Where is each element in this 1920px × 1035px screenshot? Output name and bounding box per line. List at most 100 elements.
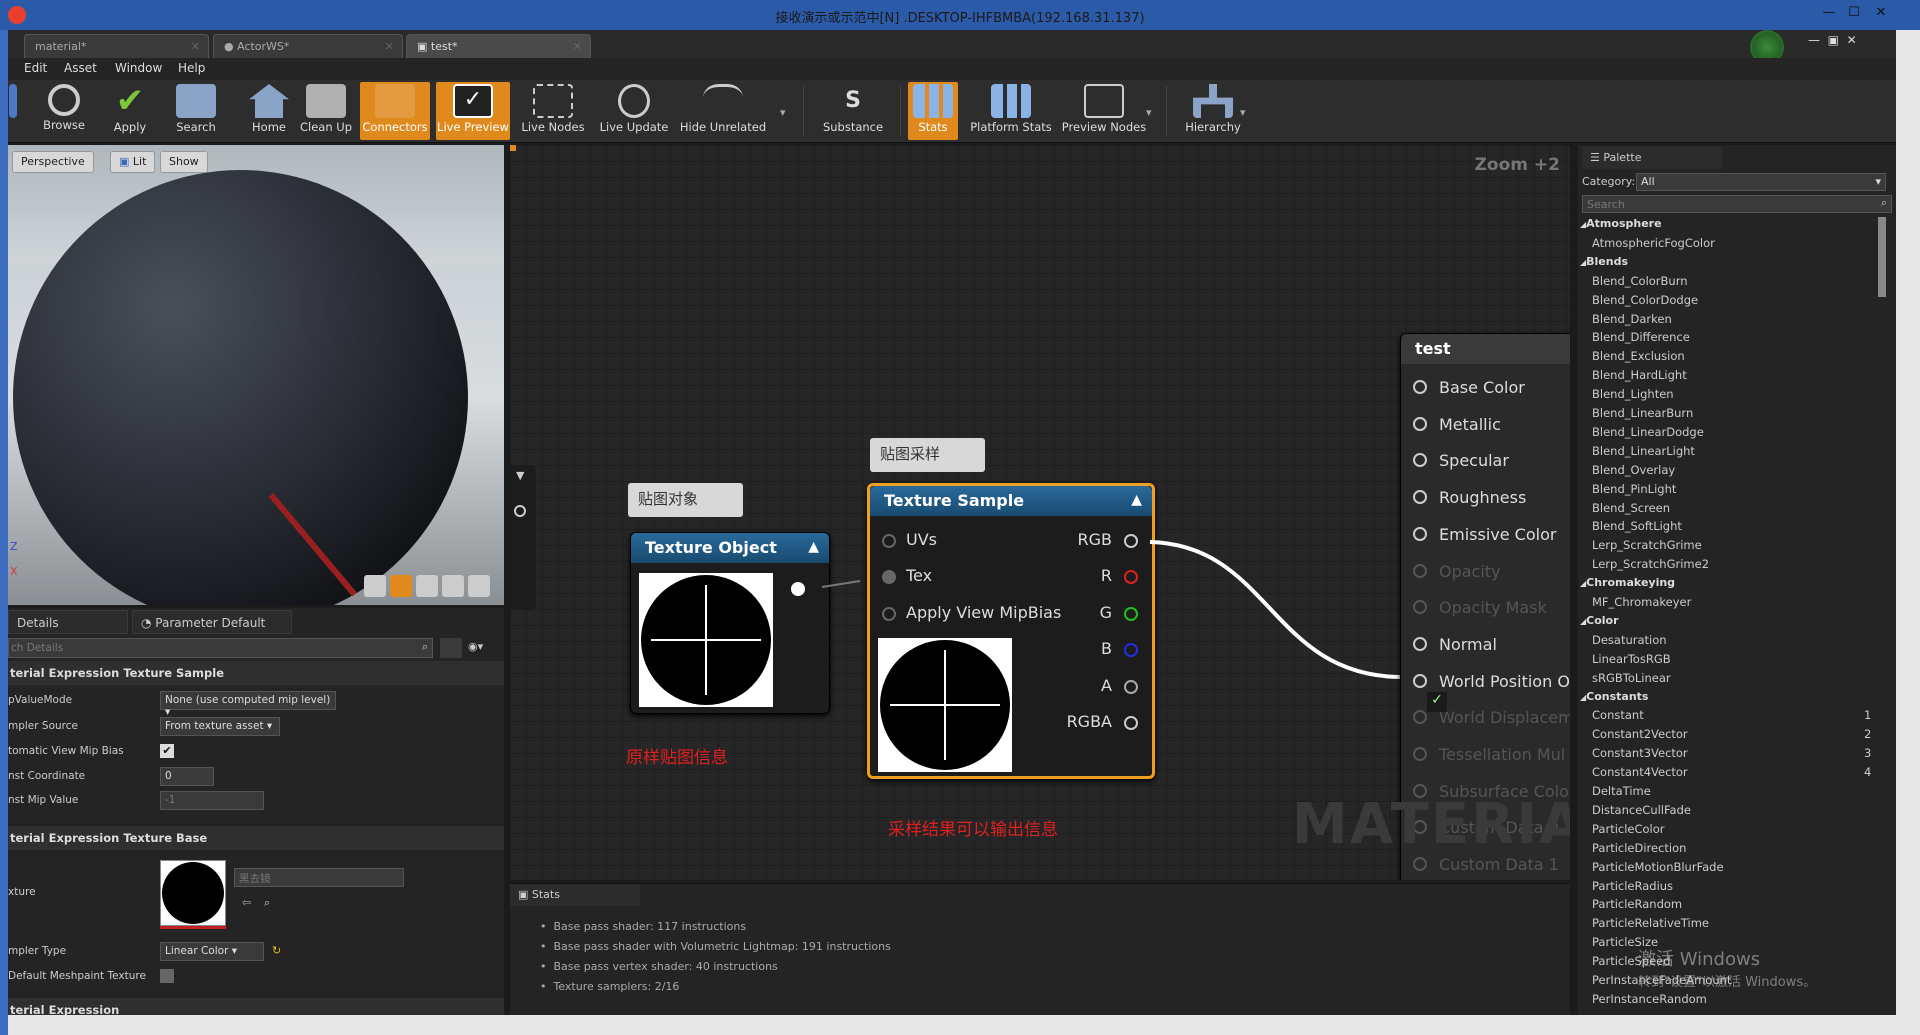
palette-item[interactable]: Blend_PinLight	[1592, 482, 1676, 496]
material-graph[interactable]: Zoom +2 ▼ 贴图对象 贴图采样 Texture Object ▲ Text…	[510, 145, 1570, 880]
horizontal-scrollbar[interactable]	[8, 1015, 1896, 1035]
section-texture-sample[interactable]: terial Expression Texture Sample	[8, 661, 504, 685]
result-input-pin[interactable]	[1413, 747, 1427, 761]
result-input-pin[interactable]	[1413, 673, 1427, 688]
palette-item[interactable]: ParticleRadius	[1592, 879, 1673, 893]
search-button[interactable]: Search	[168, 82, 224, 140]
lit-button[interactable]: ▣ Lit	[110, 151, 156, 173]
palette-item[interactable]: Blend_ColorDodge	[1592, 293, 1698, 307]
menu-edit[interactable]: Edit	[24, 61, 47, 75]
palette-item[interactable]: Blend_SoftLight	[1592, 519, 1682, 533]
eye-icon[interactable]: ◉▾	[468, 640, 483, 653]
palette-category[interactable]: ◢Chromakeying	[1580, 576, 1675, 589]
palette-item[interactable]: PerInstanceRandom	[1592, 992, 1707, 1006]
palette-item[interactable]: Blend_LinearBurn	[1592, 406, 1693, 420]
result-input-pin[interactable]	[1413, 490, 1427, 505]
palette-item[interactable]: Lerp_ScratchGrime	[1592, 538, 1702, 552]
palette-item[interactable]: ParticleRelativeTime	[1592, 916, 1709, 930]
result-input-pin[interactable]	[1413, 416, 1427, 431]
preview-viewport[interactable]: Perspective ▣ Lit Show Z X	[8, 145, 504, 605]
live-update-button[interactable]: Live Update	[598, 82, 670, 140]
palette-item[interactable]: Constant3Vector 3	[1592, 746, 1871, 760]
chevron-down-icon[interactable]: ▾	[1146, 106, 1152, 119]
default-meshpaint-checkbox[interactable]	[160, 969, 174, 983]
close-icon[interactable]: ✕	[1870, 2, 1892, 24]
palette-item[interactable]: ParticleRandom	[1592, 897, 1682, 911]
palette-item[interactable]: Lerp_ScratchGrime2	[1592, 557, 1709, 571]
substance-button[interactable]: S Substance	[818, 82, 888, 140]
live-nodes-button[interactable]: Live Nodes	[520, 82, 586, 140]
palette-item[interactable]: ParticleColor	[1592, 822, 1665, 836]
menu-help[interactable]: Help	[178, 61, 205, 75]
use-selected-icon[interactable]: ⇦	[242, 896, 251, 909]
result-header[interactable]: test	[1401, 334, 1570, 364]
result-input-pin[interactable]	[1413, 526, 1427, 541]
preview-nodes-button[interactable]: Preview Nodes	[1060, 82, 1148, 140]
palette-item[interactable]: Blend_Exclusion	[1592, 349, 1685, 363]
menu-window[interactable]: Window	[115, 61, 162, 75]
palette-item[interactable]: AtmosphericFogColor	[1592, 236, 1715, 250]
texture-asset-dropdown[interactable]: 黑去镜	[234, 868, 404, 887]
palette-category[interactable]: ◢Atmosphere	[1580, 217, 1662, 230]
save-button[interactable]	[8, 82, 18, 140]
result-input-pin[interactable]	[1413, 783, 1427, 798]
sphere-preview-icon[interactable]	[390, 575, 412, 597]
browse-asset-icon[interactable]: ⌕	[264, 896, 270, 910]
platform-stats-button[interactable]: Platform Stats	[966, 82, 1056, 140]
details-search-input[interactable]: ch Details ⌕	[8, 638, 433, 658]
palette-item[interactable]: Blend_Difference	[1592, 330, 1690, 344]
tab-palette[interactable]: ☰ Palette	[1582, 147, 1722, 169]
editor-window-controls[interactable]: — ▣ ✕	[1808, 33, 1857, 47]
palette-category[interactable]: ◢Constants	[1580, 690, 1648, 703]
home-button[interactable]: Home	[244, 82, 294, 140]
material-result-node[interactable]: test Base Color Metallic Specular Roughness…	[1400, 333, 1570, 880]
palette-category[interactable]: ◢Color	[1580, 614, 1619, 627]
palette-item[interactable]: Constant4Vector 4	[1592, 765, 1871, 779]
tab-parameter-defaults[interactable]: ◔ Parameter Default	[132, 610, 292, 634]
view-options-icon[interactable]	[440, 638, 462, 658]
palette-category[interactable]: ◢Blends	[1580, 255, 1628, 268]
palette-item[interactable]: DeltaTime	[1592, 784, 1651, 798]
browse-button[interactable]: Browse	[32, 82, 96, 140]
clean-up-button[interactable]: Clean Up	[296, 82, 356, 140]
result-input-pin[interactable]	[1413, 563, 1427, 578]
show-button[interactable]: Show	[160, 151, 208, 173]
remote-scrollbar[interactable]	[1896, 30, 1920, 1035]
minimize-icon[interactable]: —	[1818, 2, 1840, 24]
chevron-down-icon[interactable]: ▾	[1240, 106, 1246, 119]
palette-item[interactable]: Blend_LinearLight	[1592, 444, 1695, 458]
teapot-preview-icon[interactable]	[468, 575, 490, 597]
perspective-button[interactable]: Perspective	[12, 151, 94, 173]
chevron-down-icon[interactable]: ▾	[780, 106, 786, 119]
palette-item[interactable]: Constant2Vector 2	[1592, 727, 1871, 741]
palette-item[interactable]: Blend_HardLight	[1592, 368, 1687, 382]
live-preview-button[interactable]: ✓ Live Preview	[436, 82, 510, 140]
auto-view-mip-bias-checkbox[interactable]: ✔	[160, 744, 174, 758]
result-input-pin[interactable]	[1413, 820, 1427, 835]
tab-actorws[interactable]: ● ActorWS* ✕	[213, 34, 403, 58]
palette-item[interactable]: Constant 1	[1592, 708, 1871, 722]
sampler-source-dropdown[interactable]: From texture asset ▾	[160, 717, 280, 736]
tab-material[interactable]: material* ✕	[24, 34, 209, 58]
sampler-type-dropdown[interactable]: Linear Color ▾	[160, 942, 264, 961]
tab-stats[interactable]: ▣ Stats	[510, 884, 640, 906]
palette-item[interactable]: ParticleMotionBlurFade	[1592, 860, 1724, 874]
palette-search-input[interactable]: Search ⌕	[1582, 195, 1892, 213]
result-input-pin[interactable]	[1413, 710, 1427, 725]
result-input-pin[interactable]	[1413, 600, 1427, 615]
palette-item[interactable]: Blend_Darken	[1592, 312, 1672, 326]
const-coordinate-input[interactable]: 0	[160, 767, 214, 786]
tab-details[interactable]: Details	[8, 610, 128, 634]
palette-item[interactable]: Desaturation	[1592, 633, 1667, 647]
tab-test[interactable]: ▣ test* ✕	[406, 34, 591, 58]
menu-asset[interactable]: Asset	[64, 61, 97, 75]
palette-item[interactable]: Blend_ColorBurn	[1592, 274, 1688, 288]
apply-button[interactable]: ✔ Apply	[102, 82, 158, 140]
result-input-pin[interactable]	[1413, 857, 1427, 872]
palette-item[interactable]: Blend_Screen	[1592, 501, 1670, 515]
cylinder-preview-icon[interactable]	[364, 575, 386, 597]
section-texture-base[interactable]: terial Expression Texture Base	[8, 826, 504, 850]
reset-arrow-icon[interactable]: ↻	[272, 944, 281, 957]
category-dropdown[interactable]: All ▾	[1636, 173, 1886, 191]
mip-value-mode-dropdown[interactable]: None (use computed mip level) ▾	[160, 691, 336, 718]
